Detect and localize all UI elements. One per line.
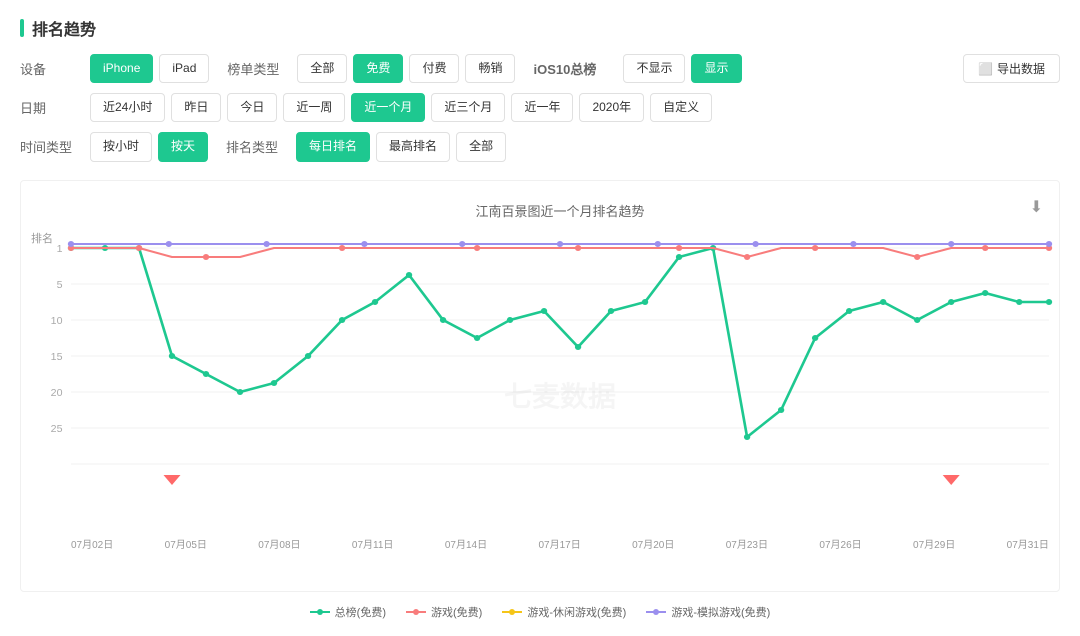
chart-type-bestsell[interactable]: 畅销 xyxy=(465,54,515,83)
x-label-0705: 07月05日 xyxy=(165,536,207,551)
rank-all[interactable]: 全部 xyxy=(456,132,506,161)
svg-text:10: 10 xyxy=(51,316,63,327)
chart-title: 江南百景图近一个月排名趋势 xyxy=(71,201,1049,220)
device-ipad[interactable]: iPad xyxy=(159,54,209,83)
x-label-0723: 07月23日 xyxy=(726,536,768,551)
chart-legend: 总榜(免费) 游戏(免费) 游戏-休闲游戏(免费) 游戏-模拟游戏(免费) xyxy=(20,604,1060,620)
chart-type-paid[interactable]: 付费 xyxy=(409,54,459,83)
x-label-0708: 07月08日 xyxy=(258,536,300,551)
time-type-btn-group: 按小时 按天 xyxy=(90,132,208,161)
legend-total-free: 总榜(免费) xyxy=(310,604,386,620)
x-label-0720: 07月20日 xyxy=(632,536,674,551)
export-button[interactable]: ⬜ 导出数据 xyxy=(963,54,1060,83)
chart-svg: 1 5 10 15 20 25 xyxy=(71,230,1049,530)
svg-text:15: 15 xyxy=(51,352,63,363)
x-label-0702: 07月02日 xyxy=(71,536,113,551)
svg-text:5: 5 xyxy=(57,280,63,291)
svg-text:1: 1 xyxy=(57,244,63,255)
date-2020[interactable]: 2020年 xyxy=(579,93,644,122)
x-label-0726: 07月26日 xyxy=(819,536,861,551)
chart-type-btn-group: 全部 免费 付费 畅销 xyxy=(297,54,515,83)
legend-game-sim-label: 游戏-模拟游戏(免费) xyxy=(671,604,770,620)
time-by-day[interactable]: 按天 xyxy=(158,132,208,161)
date-label: 日期 xyxy=(20,98,80,117)
legend-game-casual-label: 游戏-休闲游戏(免费) xyxy=(527,604,626,620)
chart-type-label: 榜单类型 xyxy=(227,59,287,78)
page-title: 排名趋势 xyxy=(20,16,1060,40)
rank-daily[interactable]: 每日排名 xyxy=(296,132,370,161)
svg-text:25: 25 xyxy=(51,424,63,435)
ios-btn-group: 不显示 显示 xyxy=(623,54,741,83)
date-yesterday[interactable]: 昨日 xyxy=(171,93,221,122)
x-labels: 07月02日 07月05日 07月08日 07月11日 07月14日 07月17… xyxy=(71,536,1049,551)
export-icon: ⬜ xyxy=(978,62,993,76)
date-3months[interactable]: 近三个月 xyxy=(431,93,505,122)
date-today[interactable]: 今日 xyxy=(227,93,277,122)
rank-type-label: 排名类型 xyxy=(226,137,286,156)
download-icon[interactable]: ⬇ xyxy=(1030,197,1043,217)
legend-game-casual: 游戏-休闲游戏(免费) xyxy=(502,604,626,620)
device-btn-group: iPhone iPad xyxy=(90,54,209,83)
date-custom[interactable]: 自定义 xyxy=(650,93,712,122)
ios-show[interactable]: 显示 xyxy=(691,54,741,83)
legend-game-free: 游戏(免费) xyxy=(406,604,482,620)
time-type-label: 时间类型 xyxy=(20,137,80,156)
x-label-0731: 07月31日 xyxy=(1007,536,1049,551)
date-month[interactable]: 近一个月 xyxy=(351,93,425,122)
x-label-0717: 07月17日 xyxy=(538,536,580,551)
chart-container: 江南百景图近一个月排名趋势 ⬇ 排名 七麦数据 1 5 10 15 20 25 xyxy=(20,180,1060,592)
time-by-hour[interactable]: 按小时 xyxy=(90,132,152,161)
device-iphone[interactable]: iPhone xyxy=(90,54,153,83)
x-label-0729: 07月29日 xyxy=(913,536,955,551)
legend-total-free-label: 总榜(免费) xyxy=(335,604,386,620)
legend-game-free-label: 游戏(免费) xyxy=(431,604,482,620)
date-btn-group: 近24小时 昨日 今日 近一周 近一个月 近三个月 近一年 2020年 自定义 xyxy=(90,93,712,122)
x-label-0711: 07月11日 xyxy=(352,536,394,551)
legend-game-sim: 游戏-模拟游戏(免费) xyxy=(646,604,770,620)
y-axis-label: 排名 xyxy=(31,230,53,246)
chart-wrapper: 排名 七麦数据 1 5 10 15 20 25 xyxy=(71,230,1049,530)
x-label-0714: 07月14日 xyxy=(445,536,487,551)
date-24h[interactable]: 近24小时 xyxy=(90,93,165,122)
date-week[interactable]: 近一周 xyxy=(283,93,345,122)
date-year[interactable]: 近一年 xyxy=(511,93,573,122)
ios-label: iOS10总榜 xyxy=(533,59,613,78)
device-label: 设备 xyxy=(20,59,80,78)
chart-type-all[interactable]: 全部 xyxy=(297,54,347,83)
chart-type-free[interactable]: 免费 xyxy=(353,54,403,83)
ios-hide[interactable]: 不显示 xyxy=(623,54,685,83)
rank-highest[interactable]: 最高排名 xyxy=(376,132,450,161)
rank-type-btn-group: 每日排名 最高排名 全部 xyxy=(296,132,506,161)
svg-text:20: 20 xyxy=(51,388,63,399)
